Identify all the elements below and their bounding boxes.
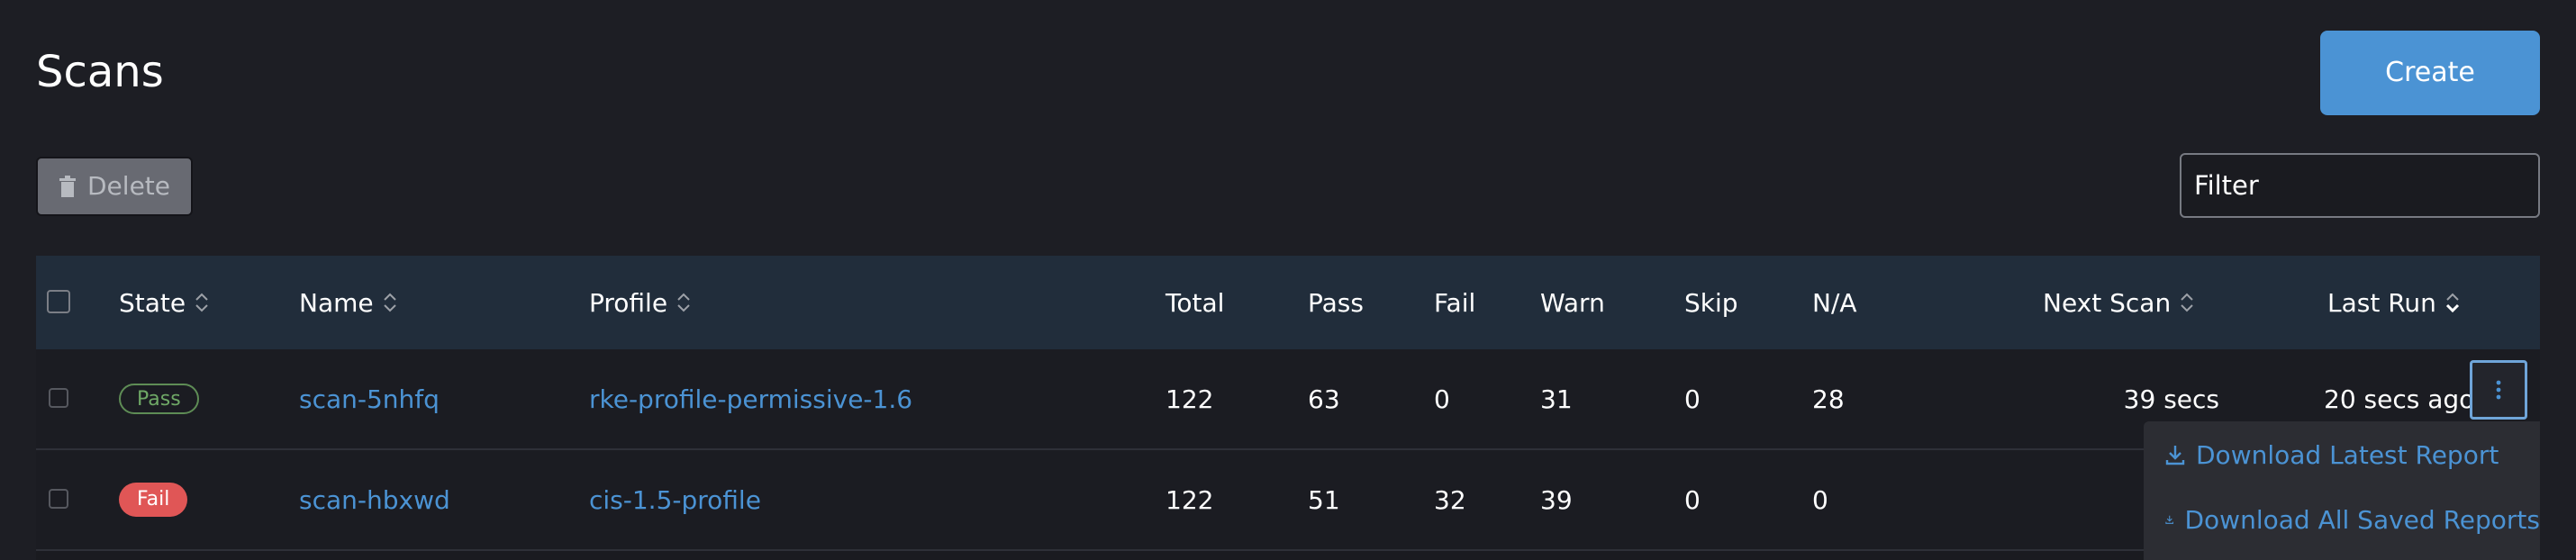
- delete-button[interactable]: Delete: [36, 157, 193, 216]
- download-latest-report-label: Download Latest Report: [2196, 439, 2499, 470]
- download-icon: [2165, 515, 2174, 524]
- scan-name-link[interactable]: scan-hbxwd: [299, 450, 450, 549]
- column-header-last-run-label: Last Run: [2327, 287, 2436, 318]
- column-header-next-scan[interactable]: Next Scan: [2043, 256, 2194, 349]
- column-header-profile-label: Profile: [589, 287, 668, 318]
- page-title: Scans: [36, 47, 164, 97]
- sort-icon: [195, 293, 208, 312]
- row-checkbox[interactable]: [49, 388, 68, 408]
- download-all-saved-reports-item[interactable]: Download All Saved Reports: [2144, 488, 2540, 551]
- column-header-skip: Skip: [1684, 287, 1738, 318]
- trash-icon: [59, 176, 76, 197]
- na-cell: 0: [1812, 484, 1828, 515]
- column-header-state[interactable]: State: [119, 256, 209, 349]
- profile-link[interactable]: rke-profile-permissive-1.6: [589, 349, 912, 448]
- fail-cell: 0: [1434, 384, 1450, 414]
- sort-icon: [383, 293, 396, 312]
- status-badge: Fail: [119, 483, 188, 517]
- download-all-saved-reports-label: Download All Saved Reports: [2184, 504, 2540, 535]
- column-header-total: Total: [1166, 287, 1225, 318]
- sort-descending-icon: [2445, 293, 2459, 312]
- warn-cell: 31: [1540, 384, 1573, 414]
- select-all-checkbox[interactable]: [47, 290, 70, 313]
- scans-page: Scans Create Delete State Name Profile T: [0, 0, 2576, 560]
- kebab-icon: [2496, 380, 2501, 400]
- skip-cell: 0: [1684, 484, 1701, 515]
- column-header-state-label: State: [119, 287, 186, 318]
- skip-cell: 0: [1684, 384, 1701, 414]
- pass-cell: 63: [1308, 384, 1340, 414]
- row-actions-menu: Download Latest Report Download All Save…: [2144, 421, 2540, 560]
- column-header-next-scan-label: Next Scan: [2043, 287, 2172, 318]
- profile-link[interactable]: cis-1.5-profile: [589, 450, 761, 549]
- state-cell: Fail: [119, 450, 188, 549]
- scan-name-link[interactable]: scan-5nhfq: [299, 349, 440, 448]
- table-header: State Name Profile Total Pass Fail Warn …: [36, 256, 2540, 349]
- create-button[interactable]: Create: [2320, 31, 2540, 115]
- pass-cell: 51: [1308, 484, 1340, 515]
- sort-icon: [677, 293, 690, 312]
- column-header-name-label: Name: [299, 287, 374, 318]
- download-icon: [2165, 446, 2185, 465]
- sort-icon: [2181, 293, 2193, 312]
- fail-cell: 32: [1434, 484, 1466, 515]
- row-checkbox[interactable]: [49, 489, 68, 509]
- warn-cell: 39: [1540, 484, 1573, 515]
- column-header-last-run[interactable]: Last Run: [2327, 256, 2460, 349]
- column-header-warn: Warn: [1540, 287, 1605, 318]
- filter-input[interactable]: [2180, 153, 2540, 218]
- delete-button-label: Delete: [87, 171, 170, 201]
- column-header-name[interactable]: Name: [299, 256, 397, 349]
- total-cell: 122: [1166, 484, 1214, 515]
- column-header-pass: Pass: [1308, 287, 1364, 318]
- column-header-fail: Fail: [1434, 287, 1476, 318]
- status-badge: Pass: [119, 384, 199, 414]
- na-cell: 28: [1812, 384, 1845, 414]
- state-cell: Pass: [119, 349, 199, 448]
- column-header-na: N/A: [1812, 287, 1857, 318]
- column-header-profile[interactable]: Profile: [589, 256, 691, 349]
- total-cell: 122: [1166, 384, 1214, 414]
- row-actions-button[interactable]: [2470, 360, 2527, 420]
- download-latest-report-item[interactable]: Download Latest Report: [2144, 423, 2540, 486]
